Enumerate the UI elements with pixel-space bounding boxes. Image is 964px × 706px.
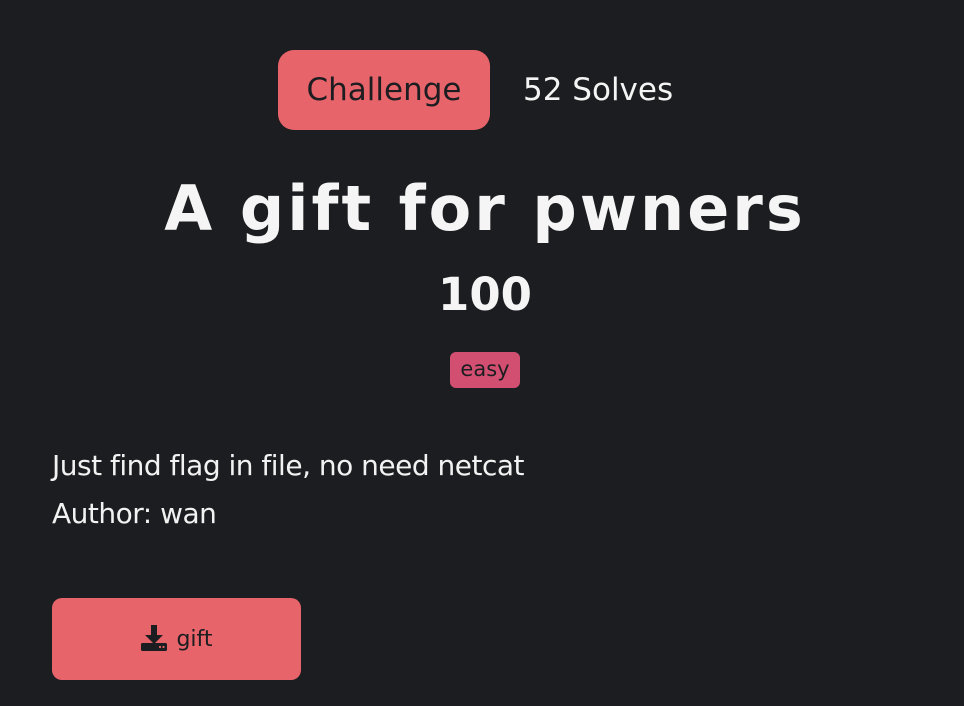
file-name-label: gift [176,626,213,652]
file-download-button[interactable]: gift [52,598,301,680]
tab-challenge[interactable]: Challenge [278,50,490,130]
challenge-modal: Challenge 52 Solves A gift for pwners 10… [0,0,964,706]
description-line: Author: wan [52,497,217,530]
challenge-title: A gift for pwners [164,172,806,245]
tab-solves[interactable]: 52 Solves [523,72,673,108]
description-line: Just find flag in file, no need netcat [52,449,525,482]
tab-bar: Challenge 52 Solves [278,50,673,130]
challenge-description: Just find flag in file, no need netcat A… [52,442,525,538]
challenge-points: 100 [438,268,532,321]
difficulty-badge: easy [450,352,520,388]
download-icon [140,624,168,652]
tag-container: easy [0,352,964,388]
